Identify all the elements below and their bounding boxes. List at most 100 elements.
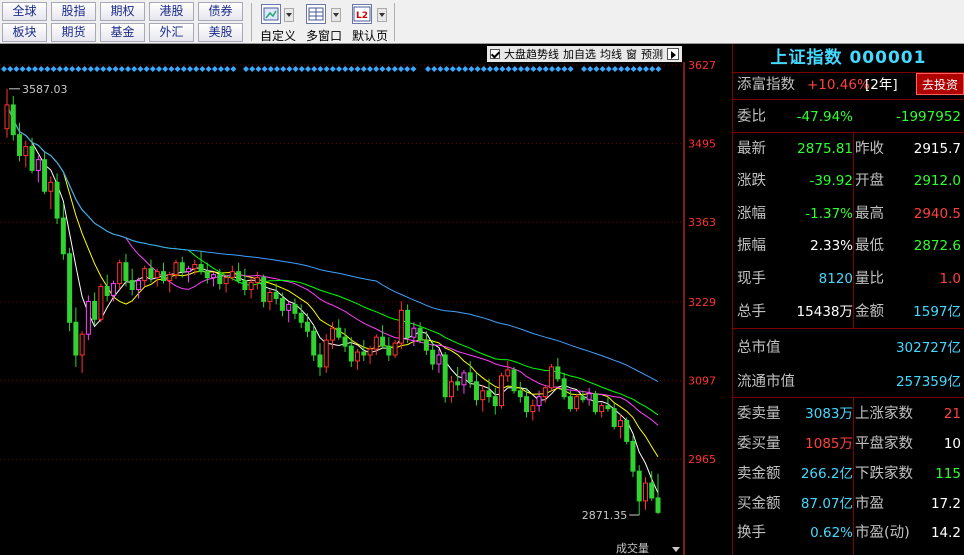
signal-diamond — [518, 66, 524, 72]
low-label: 最低 — [855, 238, 884, 254]
multi-window-button[interactable]: 多窗口 — [303, 2, 345, 43]
invest-button[interactable]: 去投资 — [916, 73, 964, 95]
kline-chart-area[interactable]: 3627 3495 3363 3229 3097 2965 3587.03 2871.35 … — [0, 44, 732, 555]
market-button-funds[interactable]: 基金 — [100, 23, 145, 42]
candle-body — [298, 312, 304, 323]
buy-amount-value: 87.07亿 — [800, 496, 853, 512]
candle-body — [655, 497, 661, 513]
signal-diamond — [487, 66, 493, 72]
signal-diamond — [342, 66, 349, 72]
signal-diamond — [379, 66, 386, 72]
signal-diamond — [44, 66, 51, 72]
signal-diamond — [329, 66, 336, 72]
unchanged-value: 10 — [943, 436, 961, 452]
market-button-index[interactable]: 股指 — [51, 2, 96, 21]
market-button-sectors[interactable]: 板块 — [2, 23, 47, 42]
signal-diamond — [292, 66, 299, 72]
signal-diamond — [137, 66, 144, 72]
default-page-button[interactable]: L2 默认页 — [349, 2, 391, 43]
market-button-options[interactable]: 期权 — [100, 2, 145, 21]
candle-body — [423, 339, 429, 351]
candle-body — [229, 271, 235, 279]
amplitude-value: 2.33% — [810, 238, 853, 254]
custom-layout-icon — [261, 4, 281, 24]
candle-body — [267, 291, 273, 302]
candlestick-chart[interactable]: 3627 3495 3363 3229 3097 2965 3587.03 2871.35 — [0, 44, 732, 555]
chevron-down-icon[interactable] — [284, 8, 294, 22]
signal-diamond — [205, 66, 212, 72]
signal-diamond — [360, 66, 367, 72]
custom-layout-button[interactable]: 自定义 — [258, 2, 298, 43]
signal-diamond — [180, 66, 187, 72]
price-axis-tick-label: 3229 — [688, 296, 716, 309]
signal-diamond — [1, 66, 7, 72]
candle-body — [179, 262, 185, 273]
chevron-down-icon[interactable] — [377, 8, 387, 22]
signal-diamond — [211, 66, 218, 72]
trend-line-checkbox[interactable] — [490, 49, 500, 59]
window-button[interactable]: 窗 — [626, 46, 637, 62]
candle-body — [173, 262, 179, 276]
candle-body — [117, 262, 123, 285]
candle-body — [160, 271, 166, 282]
forecast-button[interactable]: 预测 — [641, 46, 663, 62]
signal-diamond — [168, 66, 175, 72]
signal-diamond — [385, 66, 392, 72]
amplitude-label: 振幅 — [737, 238, 766, 254]
candle-body — [524, 396, 530, 413]
signal-diamond — [561, 66, 568, 72]
play-icon[interactable] — [667, 48, 679, 60]
signal-diamond — [398, 66, 404, 72]
candle-body — [386, 345, 392, 356]
candle-body — [135, 280, 141, 291]
signal-diamond — [323, 66, 330, 72]
candle-body — [411, 327, 417, 338]
signal-diamond — [112, 66, 119, 72]
candle-body — [211, 274, 217, 279]
high-value: 2940.5 — [913, 206, 961, 222]
market-button-forex[interactable]: 外汇 — [149, 23, 194, 42]
signal-diamond — [13, 66, 20, 72]
signal-diamond — [655, 66, 662, 72]
candle-body — [42, 159, 48, 192]
signal-diamond — [468, 66, 475, 72]
signal-diamond — [404, 66, 411, 72]
market-button-global[interactable]: 全球 — [2, 2, 47, 21]
market-button-bonds[interactable]: 债券 — [198, 2, 243, 21]
multi-window-label: 多窗口 — [305, 29, 342, 43]
candle-body — [436, 354, 442, 365]
candle-body — [630, 440, 636, 472]
prev-close-value: 2915.7 — [913, 141, 961, 157]
signal-diamond — [125, 66, 131, 72]
signal-diamond — [143, 66, 150, 72]
market-button-futures[interactable]: 期货 — [51, 23, 96, 42]
market-button-us-stocks[interactable]: 美股 — [198, 23, 243, 42]
signal-diamond — [354, 66, 361, 72]
signal-diamond — [56, 66, 63, 72]
add-to-watchlist-button[interactable]: 加自选 — [563, 46, 596, 62]
chevron-down-icon[interactable] — [331, 8, 341, 22]
fund-index-label: 添富指数 — [737, 77, 795, 93]
signal-diamond — [630, 66, 637, 72]
candle-body — [448, 381, 454, 398]
market-button-hk[interactable]: 港股 — [149, 2, 194, 21]
candle-body — [480, 390, 486, 401]
candle-body — [29, 146, 35, 171]
stock-title: 上证指数 000001 — [770, 48, 927, 68]
pe-value: 17.2 — [930, 496, 961, 512]
moving-average-button[interactable]: 均线 — [600, 46, 622, 62]
ask-volume-label: 委卖量 — [737, 406, 781, 422]
latest-price-label: 最新 — [737, 141, 766, 157]
candle-body — [311, 330, 317, 356]
unchanged-label: 平盘家数 — [855, 436, 913, 452]
candle-body — [17, 134, 23, 157]
column-divider — [853, 132, 854, 328]
volume-ratio-label: 量比 — [855, 271, 884, 287]
volume-tab[interactable]: 成交量 — [596, 543, 684, 555]
signal-diamond — [311, 66, 318, 72]
candle-body — [248, 281, 254, 291]
signal-diamond — [106, 66, 113, 72]
signal-diamond — [456, 66, 462, 72]
signal-diamond — [25, 66, 32, 72]
signal-diamond — [249, 66, 256, 72]
